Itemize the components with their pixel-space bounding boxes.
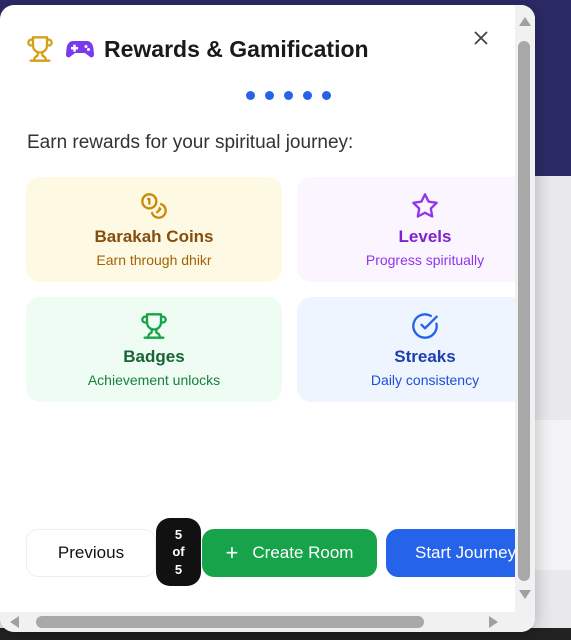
modal-content: Rewards & Gamification Earn rewards for … bbox=[0, 5, 515, 612]
modal-header: Rewards & Gamification bbox=[26, 35, 369, 63]
card-title: Streaks bbox=[394, 347, 456, 366]
card-subtitle: Daily consistency bbox=[370, 372, 480, 388]
step-dot[interactable] bbox=[265, 91, 274, 100]
reward-card-coins: Barakah Coins Earn through dhikr bbox=[26, 177, 282, 282]
background-panel bbox=[535, 420, 571, 570]
step-counter-badge: 5 of 5 bbox=[156, 518, 201, 586]
card-title: Levels bbox=[398, 227, 452, 246]
step-dot[interactable] bbox=[284, 91, 293, 100]
horizontal-scroll-thumb[interactable] bbox=[36, 616, 424, 628]
star-icon bbox=[410, 191, 440, 221]
trophy-icon bbox=[139, 311, 169, 341]
step-indicator bbox=[246, 91, 331, 100]
card-subtitle: Earn through dhikr bbox=[96, 252, 212, 268]
create-room-button[interactable]: + Create Room bbox=[202, 529, 377, 577]
step-dot[interactable] bbox=[246, 91, 255, 100]
card-title: Barakah Coins bbox=[94, 227, 214, 246]
gamepad-icon bbox=[66, 38, 94, 60]
card-title: Badges bbox=[123, 347, 185, 366]
step-dot[interactable] bbox=[303, 91, 312, 100]
previous-button[interactable]: Previous bbox=[26, 529, 156, 577]
trophy-icon bbox=[26, 35, 54, 63]
card-subtitle: Progress spiritually bbox=[365, 252, 485, 268]
close-icon[interactable] bbox=[474, 31, 488, 45]
onboarding-modal: Rewards & Gamification Earn rewards for … bbox=[0, 5, 535, 632]
scrollbar-corner bbox=[515, 612, 535, 632]
intro-text: Earn rewards for your spiritual journey: bbox=[27, 132, 354, 153]
card-subtitle: Achievement unlocks bbox=[87, 372, 221, 388]
reward-card-streaks: Streaks Daily consistency bbox=[297, 297, 515, 402]
step-of: of bbox=[172, 544, 185, 560]
close-button[interactable] bbox=[470, 27, 492, 49]
step-total: 5 bbox=[174, 561, 183, 577]
scroll-right-arrow-icon[interactable] bbox=[489, 616, 498, 628]
reward-card-levels: Levels Progress spiritually bbox=[297, 177, 515, 282]
start-journey-button[interactable]: Start Journey bbox=[386, 529, 515, 577]
scroll-down-arrow-icon[interactable] bbox=[519, 590, 531, 599]
previous-button-label: Previous bbox=[57, 543, 125, 562]
step-dot[interactable] bbox=[322, 91, 331, 100]
horizontal-scrollbar[interactable] bbox=[0, 612, 515, 632]
scroll-left-arrow-icon[interactable] bbox=[10, 616, 19, 628]
vertical-scroll-thumb[interactable] bbox=[518, 41, 530, 581]
start-journey-label: Start Journey bbox=[415, 543, 515, 562]
step-current: 5 bbox=[174, 526, 183, 542]
check-circle-icon bbox=[410, 311, 440, 341]
scroll-up-arrow-icon[interactable] bbox=[519, 17, 531, 26]
reward-card-badges: Badges Achievement unlocks bbox=[26, 297, 282, 402]
coins-icon bbox=[139, 191, 169, 221]
plus-icon: + bbox=[225, 540, 239, 565]
vertical-scrollbar[interactable] bbox=[515, 5, 535, 612]
modal-title: Rewards & Gamification bbox=[104, 35, 369, 62]
create-room-label: Create Room bbox=[252, 543, 354, 562]
